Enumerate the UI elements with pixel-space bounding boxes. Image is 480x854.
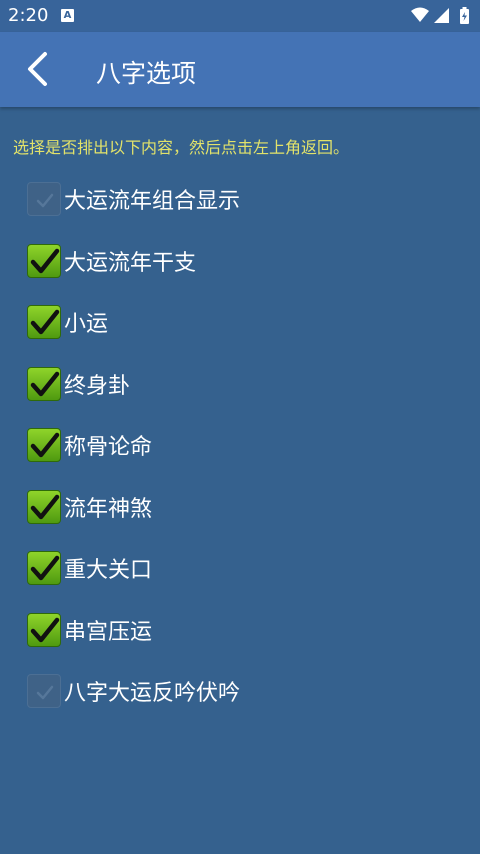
checkmark-icon	[36, 685, 54, 700]
signal-icon	[434, 8, 449, 23]
option-label: 重大关口	[64, 558, 153, 583]
option-label: 终身卦	[64, 374, 131, 399]
option-row[interactable]: 大运流年干支	[27, 242, 196, 280]
option-row[interactable]: 终身卦	[27, 365, 130, 403]
status-time: 2:20	[8, 5, 49, 26]
option-label: 串宫压运	[64, 620, 153, 645]
instruction-text: 选择是否排出以下内容，然后点击左上角返回。	[13, 138, 350, 157]
wifi-icon	[411, 7, 429, 22]
checkmark-icon	[30, 617, 60, 643]
checkbox[interactable]	[27, 182, 61, 216]
chevron-left-icon	[28, 52, 47, 86]
back-button[interactable]	[14, 46, 60, 92]
checkmark-icon	[30, 494, 60, 520]
checkbox[interactable]	[27, 613, 61, 647]
checkbox[interactable]	[27, 551, 61, 585]
option-row[interactable]: 小运	[27, 303, 108, 341]
checkbox[interactable]	[27, 674, 61, 708]
option-label: 大运流年组合显示	[64, 189, 241, 214]
checkmark-icon	[36, 193, 54, 208]
option-row[interactable]: 八字大运反吟伏吟	[27, 672, 240, 710]
option-label: 称骨论命	[64, 435, 153, 460]
option-row[interactable]: 串宫压运	[27, 611, 152, 649]
option-label: 流年神煞	[64, 497, 153, 522]
checkmark-icon	[30, 432, 60, 458]
status-bar: 2:20 A	[0, 0, 480, 32]
page-title: 八字选项	[96, 59, 197, 88]
notification-icon: A	[61, 9, 74, 22]
option-row[interactable]: 称骨论命	[27, 426, 152, 464]
status-icons	[411, 7, 469, 24]
checkbox[interactable]	[27, 428, 61, 462]
app-bar: 八字选项	[0, 32, 480, 107]
checkmark-icon	[30, 248, 60, 274]
option-label: 八字大运反吟伏吟	[64, 681, 241, 706]
option-row[interactable]: 流年神煞	[27, 488, 152, 526]
checkmark-icon	[30, 371, 60, 397]
checkbox[interactable]	[27, 244, 61, 278]
option-label: 大运流年干支	[64, 251, 197, 276]
checkbox[interactable]	[27, 305, 61, 339]
battery-charging-icon	[460, 7, 469, 24]
checkbox[interactable]	[27, 367, 61, 401]
option-label: 小运	[64, 312, 109, 337]
checkmark-icon	[30, 555, 60, 581]
checkmark-icon	[30, 309, 60, 335]
option-row[interactable]: 重大关口	[27, 549, 152, 587]
option-row[interactable]: 大运流年组合显示	[27, 180, 240, 218]
checkbox[interactable]	[27, 490, 61, 524]
